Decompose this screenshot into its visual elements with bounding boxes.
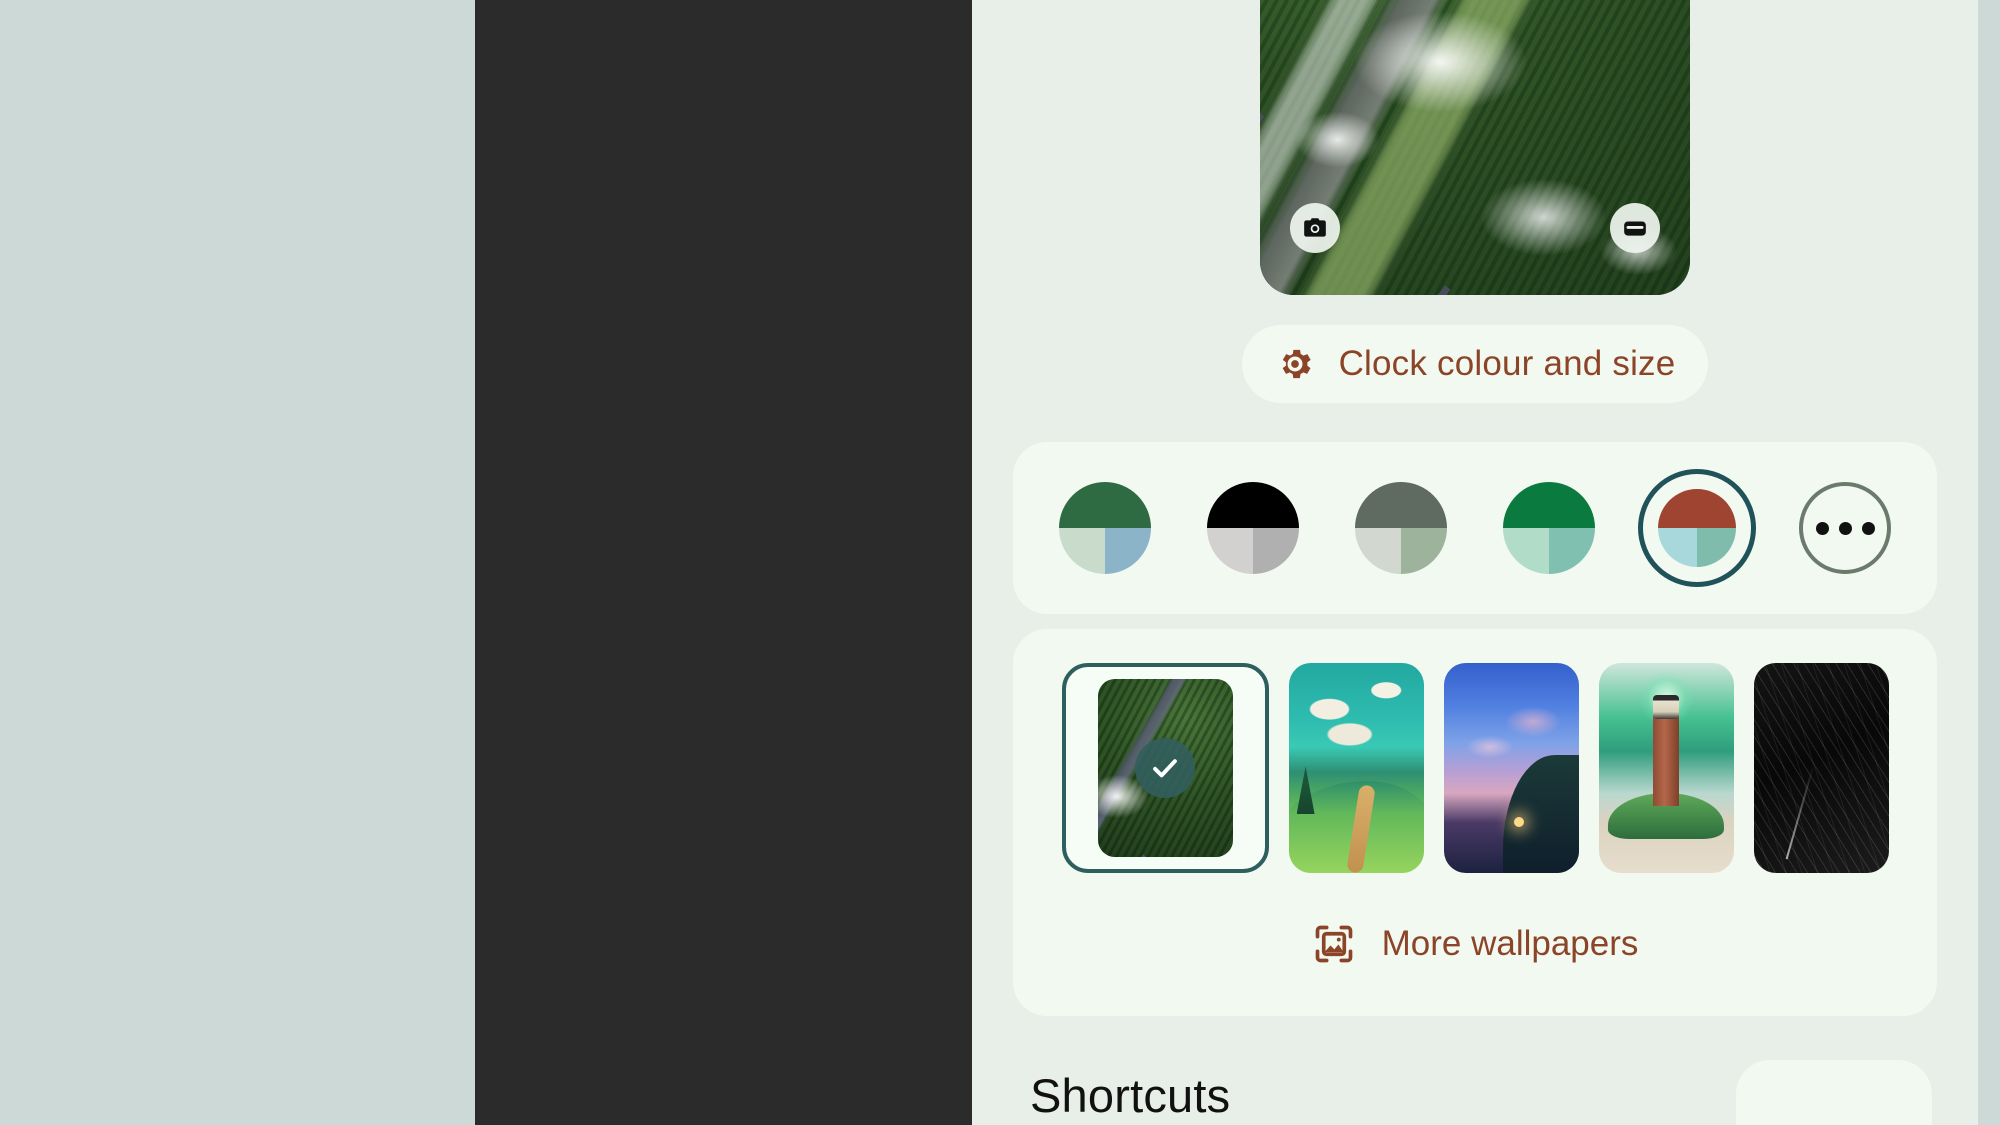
wallpaper-thumb-aerial-forest-road[interactable]: [1061, 663, 1269, 873]
shortcuts-side-card[interactable]: [1736, 1060, 1932, 1125]
wallpaper-thumb-image: [1288, 663, 1424, 873]
swatch-preview: [1059, 482, 1151, 574]
wallpaper-thumb-image: [1598, 663, 1734, 873]
swatch-preview: [1355, 482, 1447, 574]
wallpaper-thumb-image: [1443, 663, 1579, 873]
wallpaper-thumb-lighthouse-island[interactable]: [1598, 663, 1734, 873]
wallpapers-card: More wallpapers: [1013, 629, 1937, 1016]
more-wallpapers-label: More wallpapers: [1381, 924, 1639, 963]
colour-swatch-forest-green[interactable]: [1046, 469, 1164, 587]
dark-abstract-art: [1753, 663, 1889, 873]
selected-check-icon: [1135, 738, 1195, 798]
lock-screen-preview-card[interactable]: [1260, 0, 1690, 295]
wallpaper-thumb-twilight-village-ridge[interactable]: [1443, 663, 1579, 873]
lighthouse-art: [1598, 663, 1734, 873]
image-frame-icon: [1312, 922, 1356, 966]
ellipsis-icon: [1799, 482, 1891, 574]
gear-icon: [1275, 344, 1315, 384]
clock-colour-and-size-button[interactable]: Clock colour and size: [1242, 325, 1708, 403]
swatch-preview: [1207, 482, 1299, 574]
wallet-icon[interactable]: [1610, 203, 1660, 253]
wallpaper-thumbnail-row: [1013, 663, 1937, 873]
colour-palette-card: [1013, 442, 1937, 614]
more-colours-button[interactable]: [1786, 469, 1904, 587]
wallpaper-thumb-image: [1753, 663, 1889, 873]
colour-swatch-monochrome-black[interactable]: [1194, 469, 1312, 587]
swatch-preview: [1658, 489, 1736, 567]
shortcuts-heading: Shortcuts: [1030, 1069, 1231, 1122]
phone-screen: Clock colour and size More wallpapers Sh…: [972, 0, 1978, 1125]
wallpaper-thumb-dark-abstract-shards[interactable]: [1753, 663, 1889, 873]
lock-screen-preview[interactable]: [1260, 0, 1690, 295]
swatch-preview: [1503, 482, 1595, 574]
anime-hills-art: [1288, 663, 1424, 873]
colour-swatch-grey-green[interactable]: [1342, 469, 1460, 587]
twilight-ridge-art: [1443, 663, 1579, 873]
colour-swatch-terracotta[interactable]: [1638, 469, 1756, 587]
wallpaper-thumb-image: [1097, 679, 1233, 857]
more-wallpapers-button[interactable]: More wallpapers: [1013, 906, 1937, 982]
clock-colour-and-size-label: Clock colour and size: [1338, 344, 1676, 383]
phone-frame: Clock colour and size More wallpapers Sh…: [475, 0, 1978, 1125]
colour-swatch-emerald[interactable]: [1490, 469, 1608, 587]
camera-icon[interactable]: [1290, 203, 1340, 253]
wallpaper-thumb-anime-green-hills[interactable]: [1288, 663, 1424, 873]
colour-swatch-row: [1013, 442, 1937, 614]
